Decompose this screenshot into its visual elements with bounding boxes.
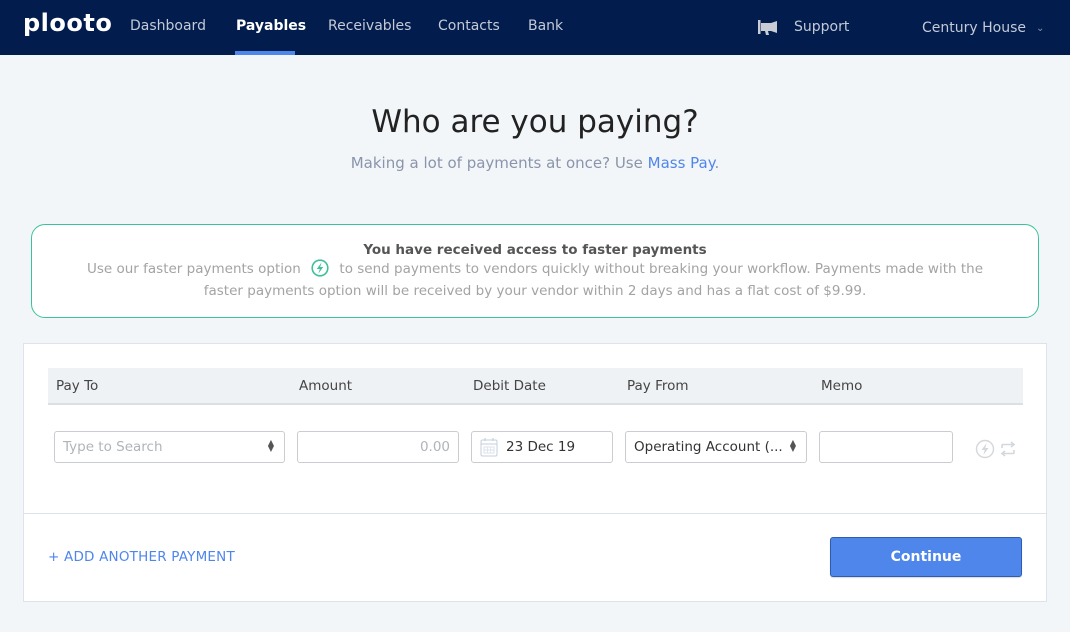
pay-to-select[interactable]: Type to Search ▲▼ bbox=[54, 431, 285, 463]
amount-input[interactable]: 0.00 bbox=[297, 431, 459, 463]
continue-button[interactable]: Continue bbox=[830, 537, 1022, 577]
calendar-icon bbox=[480, 437, 498, 457]
select-arrows-icon: ▲▼ bbox=[268, 440, 274, 452]
lightning-bolt-icon bbox=[311, 259, 329, 277]
column-header-pay-to: Pay To bbox=[56, 378, 98, 394]
memo-input[interactable] bbox=[819, 431, 953, 463]
subtitle-suffix: . bbox=[714, 154, 719, 172]
nav-item-receivables[interactable]: Receivables bbox=[328, 18, 411, 34]
nav-item-dashboard[interactable]: Dashboard bbox=[130, 18, 206, 34]
faster-payment-toggle-icon[interactable] bbox=[975, 439, 995, 459]
subtitle-text: Making a lot of payments at once? Use bbox=[351, 154, 648, 172]
pay-from-value: Operating Account (... bbox=[634, 439, 783, 455]
plooto-logo[interactable]: plooto bbox=[23, 9, 112, 37]
pay-to-placeholder: Type to Search bbox=[63, 439, 163, 455]
active-tab-indicator bbox=[235, 51, 295, 55]
debit-date-input[interactable]: 23 Dec 19 bbox=[471, 431, 613, 463]
column-header-pay-from: Pay From bbox=[627, 378, 689, 394]
chevron-down-icon: ⌄ bbox=[1036, 23, 1044, 34]
page-title: Who are you paying? bbox=[0, 104, 1070, 140]
debit-date-value: 23 Dec 19 bbox=[506, 439, 575, 455]
card-divider bbox=[24, 513, 1046, 514]
select-arrows-icon: ▲▼ bbox=[790, 440, 796, 452]
nav-item-payables[interactable]: Payables bbox=[236, 18, 306, 34]
column-header-amount: Amount bbox=[299, 378, 352, 394]
account-label: Century House bbox=[922, 20, 1026, 36]
column-header-debit-date: Debit Date bbox=[473, 378, 546, 394]
mass-pay-link[interactable]: Mass Pay bbox=[648, 154, 715, 172]
add-another-payment-link[interactable]: + ADD ANOTHER PAYMENT bbox=[48, 549, 235, 565]
support-label: Support bbox=[794, 19, 849, 35]
amount-placeholder: 0.00 bbox=[420, 439, 450, 455]
page-subtitle: Making a lot of payments at once? Use Ma… bbox=[0, 154, 1070, 172]
row-actions bbox=[975, 439, 1017, 459]
column-header-memo: Memo bbox=[821, 378, 862, 394]
repeat-icon[interactable] bbox=[999, 441, 1017, 457]
top-nav: plooto Dashboard Payables Receivables Co… bbox=[0, 0, 1070, 55]
banner-title: You have received access to faster payme… bbox=[32, 242, 1038, 258]
nav-item-bank[interactable]: Bank bbox=[528, 18, 563, 34]
megaphone-icon bbox=[758, 18, 778, 36]
account-menu[interactable]: Century House ⌄ bbox=[922, 20, 1044, 36]
banner-text-before: Use our faster payments option bbox=[87, 261, 301, 277]
banner-text: Use our faster payments option to send p… bbox=[32, 258, 1038, 302]
table-header: Pay To Amount Debit Date Pay From Memo bbox=[48, 368, 1023, 405]
support-link[interactable]: Support bbox=[758, 18, 849, 36]
payment-form-card: Pay To Amount Debit Date Pay From Memo T… bbox=[23, 343, 1047, 602]
faster-payments-banner: You have received access to faster payme… bbox=[31, 224, 1039, 318]
nav-item-contacts[interactable]: Contacts bbox=[438, 18, 500, 34]
pay-from-select[interactable]: Operating Account (... ▲▼ bbox=[625, 431, 807, 463]
